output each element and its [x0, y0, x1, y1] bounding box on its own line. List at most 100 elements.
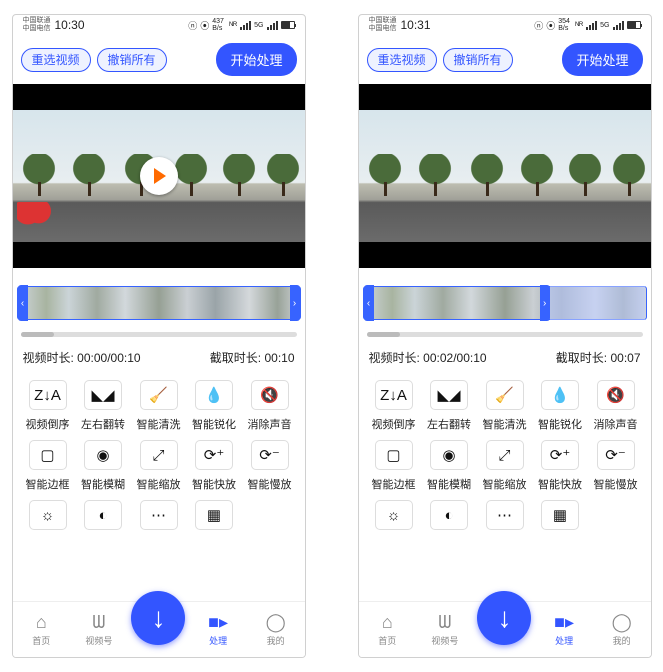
clip-duration-label: 截取时长:	[556, 351, 611, 365]
tool-slow[interactable]: ⟳⁻ 智能慢放	[589, 440, 643, 492]
tool-sharpen[interactable]: 💧智能锐化	[187, 380, 241, 432]
tool-reverse-icon: Z↓A	[29, 380, 67, 410]
tool-extra1[interactable]: ◐	[422, 500, 476, 530]
tool-slow-icon: ⟳⁻	[597, 440, 635, 470]
tool-clean[interactable]: 🧹智能清洗	[478, 380, 532, 432]
nav-home[interactable]: ⌂首页	[362, 612, 412, 647]
start-process-button[interactable]: 开始处理	[216, 43, 296, 76]
status-icons: ⓝ⦿437 B/sᴺᴿ5G	[188, 18, 294, 32]
battery-icon	[627, 21, 641, 29]
tool-fast[interactable]: ⟳⁺智能快放	[533, 440, 587, 492]
tool-brightness-icon: ☼	[29, 500, 67, 530]
tool-extra1[interactable]: ◐	[76, 500, 130, 530]
tool-clean-icon: 🧹	[486, 380, 524, 410]
signal-icon	[613, 21, 624, 30]
tool-extra3[interactable]: ▦	[187, 500, 241, 530]
tool-zoom[interactable]: ⤢智能缩放	[478, 440, 532, 492]
tool-slow-icon: ⟳⁻	[251, 440, 289, 470]
nav-process[interactable]: ■▸处理	[193, 612, 243, 647]
tool-row: Z↓A视频倒序◣◢左右翻转🧹智能清洗💧智能锐化🔇消除声音	[19, 376, 299, 436]
signal-icon	[267, 21, 278, 30]
download-fab[interactable]: ↓	[131, 591, 185, 645]
tool-reverse-icon: Z↓A	[375, 380, 413, 410]
tool-zoom-label: 智能缩放	[483, 476, 527, 492]
nav-process[interactable]: ■▸处理	[539, 612, 589, 647]
nav-mine[interactable]: ◯我的	[251, 612, 301, 647]
tool-extra2[interactable]: ⋯	[478, 500, 532, 530]
tool-sharpen-label: 智能锐化	[538, 416, 582, 432]
tool-sharpen-icon: 💧	[541, 380, 579, 410]
tool-clean[interactable]: 🧹智能清洗	[132, 380, 186, 432]
tool-extra2-icon: ⋯	[140, 500, 178, 530]
nav-video[interactable]: ᗯ视频号	[420, 612, 470, 647]
tool-brightness-icon: ☼	[375, 500, 413, 530]
time-info: 视频时长: 00:02/00:10截取时长: 00:07	[359, 343, 651, 376]
nav-mine[interactable]: ◯我的	[597, 612, 647, 647]
tool-border-label: 智能边框	[372, 476, 416, 492]
tool-flip[interactable]: ◣◢左右翻转	[76, 380, 130, 432]
scrub-slider[interactable]	[367, 332, 643, 337]
clip-duration-label: 截取时长:	[210, 351, 265, 365]
tool-brightness[interactable]: ☼	[21, 500, 75, 530]
tool-mute[interactable]: 🔇消除声音	[589, 380, 643, 432]
tool-mute[interactable]: 🔇消除声音	[243, 380, 297, 432]
tool-zoom[interactable]: ⤢智能缩放	[132, 440, 186, 492]
tool-slow[interactable]: ⟳⁻智能慢放	[243, 440, 297, 492]
alarm-icon: ⦿	[546, 19, 555, 32]
tool-extra3[interactable]: ▦	[533, 500, 587, 530]
undo-all-button[interactable]: 撤销所有	[443, 48, 513, 72]
clock: 10:30	[55, 18, 85, 32]
wifi-icon: ᴺᴿ	[229, 20, 237, 30]
download-fab[interactable]: ↓	[477, 591, 531, 645]
undo-all-button[interactable]: 撤销所有	[97, 48, 167, 72]
start-process-button[interactable]: 开始处理	[562, 43, 642, 76]
tool-border[interactable]: ▢智能边框	[21, 440, 75, 492]
trim-handle-left[interactable]: ‹	[18, 285, 28, 321]
trim-timeline[interactable]: ‹›	[17, 286, 301, 320]
top-bar: 重选视频撤销所有 开始处理	[359, 35, 651, 84]
nav-video[interactable]: ᗯ视频号	[74, 612, 124, 647]
tool-border-icon: ▢	[375, 440, 413, 470]
tool-flip-icon: ◣◢	[430, 380, 468, 410]
tool-mute-icon: 🔇	[597, 380, 635, 410]
tool-grid: Z↓A视频倒序◣◢左右翻转🧹智能清洗💧智能锐化🔇消除声音▢智能边框◉智能模糊⤢智…	[13, 376, 305, 534]
play-icon	[154, 168, 166, 184]
tool-blur[interactable]: ◉智能模糊	[76, 440, 130, 492]
tool-extra2[interactable]: ⋯	[132, 500, 186, 530]
tool-reverse-label: 视频倒序	[372, 416, 416, 432]
tool-sharpen[interactable]: 💧 智能锐化	[533, 380, 587, 432]
nav-process-label: 处理	[555, 634, 573, 647]
status-icons: ⓝ⦿354 B/sᴺᴿ5G	[534, 18, 640, 32]
nav-home[interactable]: ⌂首页	[16, 612, 66, 647]
nav-home-label: 首页	[378, 634, 396, 647]
tool-reverse[interactable]: Z↓A 视频倒序	[367, 380, 421, 432]
tool-border[interactable]: ▢ 智能边框	[367, 440, 421, 492]
trim-handle-right[interactable]: ›	[540, 285, 550, 321]
tool-brightness[interactable]: ☼	[367, 500, 421, 530]
tool-fast[interactable]: ⟳⁺智能快放	[187, 440, 241, 492]
video-preview[interactable]	[13, 84, 305, 268]
video-preview[interactable]	[359, 84, 651, 268]
nav-mine-icon: ◯	[612, 612, 632, 633]
tool-sharpen-label: 智能锐化	[192, 416, 236, 432]
trim-handle-right[interactable]: ›	[290, 285, 300, 321]
reselect-video-button[interactable]: 重选视频	[367, 48, 437, 72]
play-button[interactable]	[140, 157, 178, 195]
trim-handle-left[interactable]: ‹	[364, 285, 374, 321]
tool-extra3-icon: ▦	[195, 500, 233, 530]
scrub-slider[interactable]	[21, 332, 297, 337]
tool-mute-label: 消除声音	[248, 416, 292, 432]
tool-flip-label: 左右翻转	[81, 416, 125, 432]
tool-clean-icon: 🧹	[140, 380, 178, 410]
reselect-video-button[interactable]: 重选视频	[21, 48, 91, 72]
tool-extra1-icon: ◐	[430, 500, 468, 530]
tool-slow-label: 智能慢放	[594, 476, 638, 492]
tool-border-icon: ▢	[29, 440, 67, 470]
tool-blur-icon: ◉	[430, 440, 468, 470]
trim-timeline[interactable]: ‹›	[363, 286, 647, 320]
tool-zoom-label: 智能缩放	[137, 476, 181, 492]
video-duration-value: 00:02/00:10	[423, 351, 486, 365]
tool-reverse[interactable]: Z↓A视频倒序	[21, 380, 75, 432]
tool-blur[interactable]: ◉智能模糊	[422, 440, 476, 492]
tool-flip[interactable]: ◣◢左右翻转	[422, 380, 476, 432]
